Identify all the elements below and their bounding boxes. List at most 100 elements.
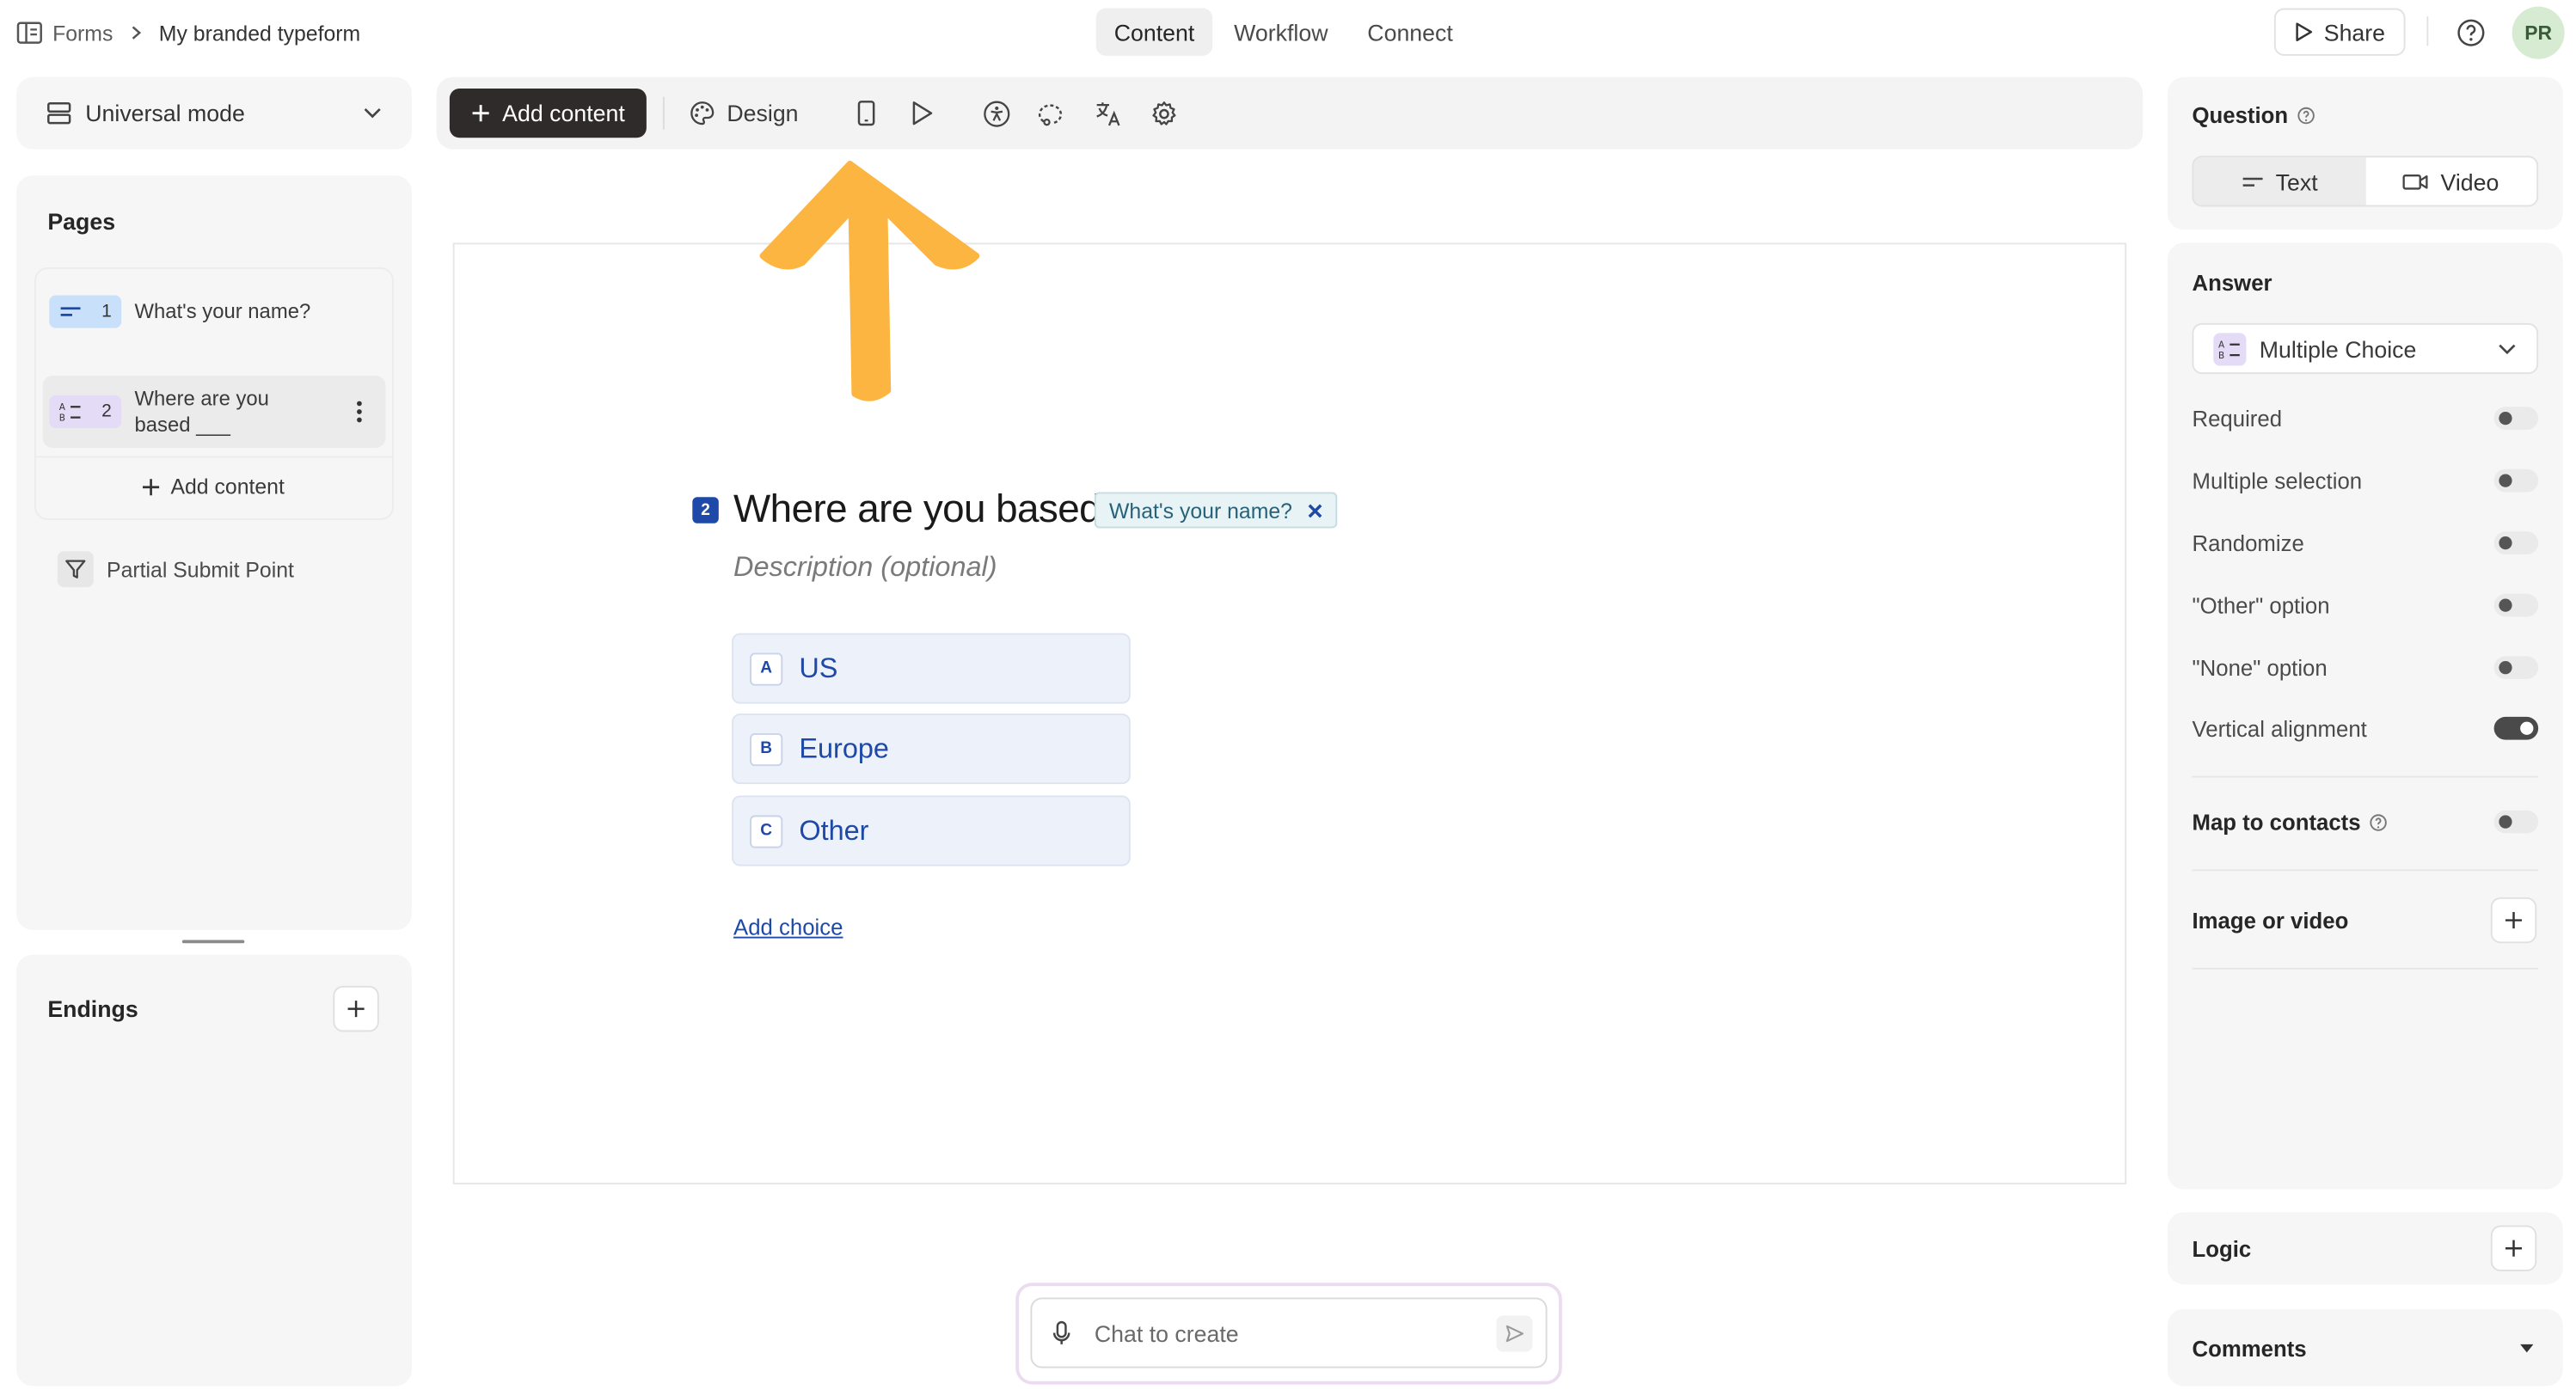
- page-label: What's your name?: [134, 300, 311, 323]
- comments-label: Comments: [2192, 1336, 2307, 1361]
- setting-randomize: Randomize: [2192, 527, 2539, 560]
- answer-type-select[interactable]: AB Multiple Choice: [2192, 322, 2539, 375]
- question-section-label: Question: [2192, 103, 2289, 128]
- add-content-label: Add content: [170, 474, 285, 499]
- svg-text:B: B: [59, 413, 65, 421]
- breadcrumb-forms-link[interactable]: Forms: [52, 21, 113, 46]
- toggle-switch[interactable]: [2493, 468, 2539, 493]
- setting-multiple-selection: Multiple selection: [2192, 464, 2539, 497]
- comments-row: Comments: [2192, 1332, 2538, 1365]
- question-section-title: Question: [2192, 103, 2314, 128]
- share-button[interactable]: Share: [2273, 8, 2406, 56]
- add-choice-link[interactable]: Add choice: [733, 915, 843, 940]
- choice-key: B: [750, 732, 783, 766]
- choice-label: US: [799, 652, 838, 683]
- short-text-icon: [2242, 174, 2265, 187]
- description-field[interactable]: Description (optional): [733, 551, 997, 584]
- breadcrumb-current[interactable]: My branded typeform: [159, 21, 360, 46]
- play-icon[interactable]: [905, 97, 938, 130]
- info-icon[interactable]: [2369, 813, 2387, 831]
- microphone-icon[interactable]: [1052, 1319, 1071, 1346]
- video-type-button[interactable]: Video: [2365, 157, 2536, 205]
- svg-text:B: B: [2218, 350, 2224, 358]
- translate-icon[interactable]: [1091, 97, 1124, 130]
- toggle-switch[interactable]: [2493, 656, 2539, 680]
- resize-handle[interactable]: [181, 940, 245, 944]
- toggle-switch[interactable]: [2493, 531, 2539, 555]
- tab-workflow[interactable]: Workflow: [1216, 9, 1346, 56]
- answer-type-label: Multiple Choice: [2259, 335, 2417, 362]
- recall-tag[interactable]: What's your name?: [1094, 492, 1337, 529]
- video-type-label: Video: [2440, 168, 2499, 195]
- add-content-link[interactable]: Add content: [141, 474, 285, 499]
- play-outline-icon: [2294, 21, 2314, 43]
- avatar[interactable]: PR: [2512, 6, 2565, 59]
- app-canvas: Forms My branded typeform Content Workfl…: [0, 0, 2576, 1396]
- mode-selector[interactable]: Universal mode: [16, 77, 412, 150]
- partial-submit-point[interactable]: Partial Submit Point: [57, 551, 294, 588]
- logic-row: Logic: [2192, 1232, 2538, 1264]
- setting-label: Image or video: [2192, 908, 2349, 933]
- add-ending-button[interactable]: [333, 985, 379, 1032]
- answer-section-title: Answer: [2192, 270, 2272, 296]
- question-title[interactable]: Where are you based: [733, 487, 1101, 533]
- close-icon[interactable]: [1307, 503, 1322, 517]
- recall-tag-label: What's your name?: [1109, 498, 1292, 523]
- design-label: Design: [727, 100, 799, 126]
- setting-required: Required: [2192, 402, 2539, 435]
- page-item-1[interactable]: 1 What's your name?: [43, 276, 386, 348]
- question-type-toggle: Text Video: [2192, 156, 2539, 207]
- send-icon[interactable]: [1496, 1314, 1533, 1351]
- divider: [662, 96, 665, 130]
- chat-input[interactable]: Chat to create: [1030, 1297, 1548, 1368]
- svg-text:A: A: [2218, 340, 2225, 350]
- breadcrumb: Forms My branded typeform: [16, 16, 360, 49]
- mobile-preview-icon[interactable]: [849, 97, 882, 130]
- plus-icon: [471, 103, 491, 123]
- choice-option[interactable]: B Europe: [732, 713, 1131, 785]
- add-media-button[interactable]: [2490, 897, 2537, 944]
- more-vertical-icon[interactable]: [356, 401, 363, 424]
- design-button[interactable]: Design: [689, 94, 799, 133]
- endings-title: Endings: [47, 995, 138, 1022]
- question-number: 2: [692, 497, 719, 524]
- accessibility-icon[interactable]: [979, 97, 1012, 130]
- plus-icon: [141, 476, 161, 496]
- choice-option[interactable]: A US: [732, 633, 1131, 704]
- text-type-button[interactable]: Text: [2193, 157, 2365, 205]
- setting-label: Required: [2192, 406, 2283, 431]
- form-canvas[interactable]: [452, 242, 2127, 1185]
- svg-text:A: A: [59, 402, 66, 413]
- divider: [2192, 775, 2539, 778]
- info-icon[interactable]: [2297, 107, 2315, 125]
- choice-key: A: [750, 652, 783, 685]
- toggle-switch[interactable]: [2493, 716, 2539, 740]
- divider: [2426, 16, 2429, 46]
- chevron-down-icon: [363, 107, 383, 119]
- page-number: 2: [101, 401, 112, 422]
- caret-down-icon[interactable]: [2518, 1344, 2535, 1353]
- multiple-choice-icon: AB: [59, 402, 83, 421]
- question-panel: [2167, 77, 2563, 230]
- tab-content[interactable]: Content: [1095, 8, 1213, 56]
- setting-label: "None" option: [2192, 655, 2328, 680]
- video-icon: [2403, 171, 2430, 191]
- image-or-video-row: Image or video: [2192, 903, 2538, 936]
- add-logic-button[interactable]: [2490, 1225, 2537, 1271]
- short-text-icon: [59, 305, 83, 318]
- add-content-button-label: Add content: [502, 100, 625, 126]
- help-icon[interactable]: [2455, 16, 2487, 49]
- setting-label: Randomize: [2192, 530, 2304, 555]
- add-content-button[interactable]: Add content: [449, 89, 647, 138]
- choice-label: Europe: [799, 732, 889, 764]
- tab-connect[interactable]: Connect: [1349, 9, 1471, 56]
- settings-icon[interactable]: [1147, 97, 1180, 130]
- lasso-icon[interactable]: [1035, 97, 1068, 130]
- toggle-switch[interactable]: [2493, 810, 2539, 834]
- partial-submit-label: Partial Submit Point: [107, 556, 294, 582]
- toggle-switch[interactable]: [2493, 407, 2539, 430]
- choice-option[interactable]: C Other: [732, 795, 1131, 866]
- page-badge: AB 2: [49, 395, 122, 429]
- page-item-2[interactable]: AB 2 Where are you based ___: [42, 376, 386, 448]
- toggle-switch[interactable]: [2493, 593, 2539, 617]
